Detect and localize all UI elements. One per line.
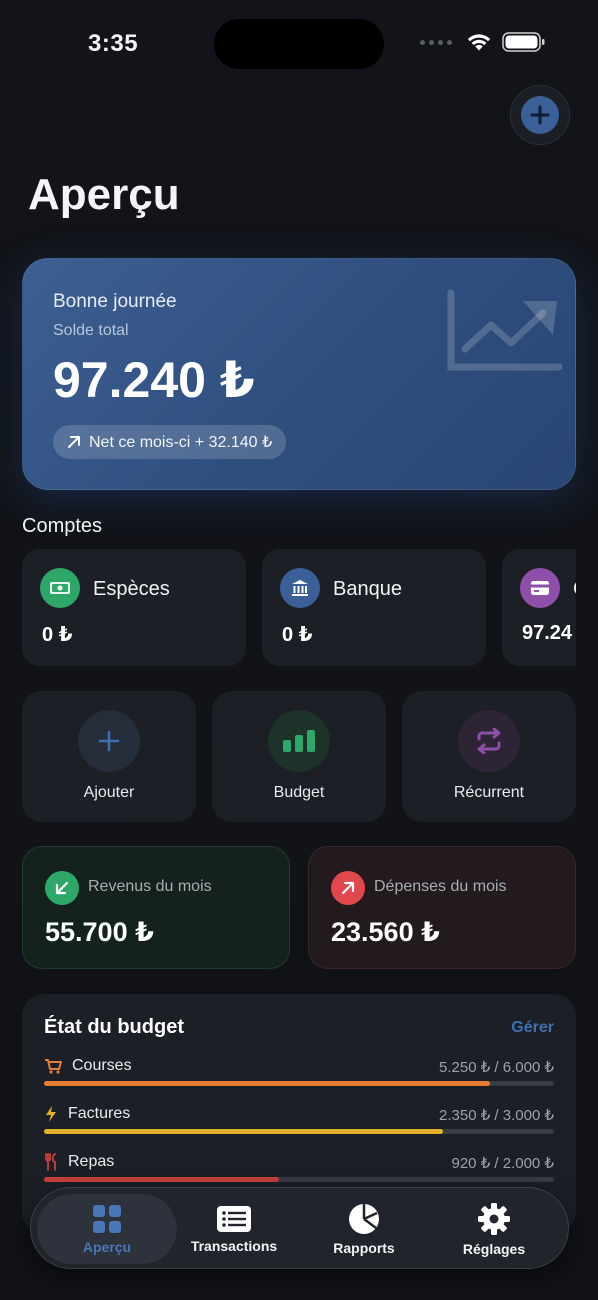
status-time: 3:35 <box>88 30 139 57</box>
expense-label: Dépenses du mois <box>374 878 507 895</box>
budget-title: État du budget <box>44 1016 184 1038</box>
budget-progress-fill <box>44 1129 444 1134</box>
tab-label: Rapports <box>333 1239 395 1256</box>
income-label: Revenus du mois <box>88 878 212 895</box>
budget-category-name: Factures <box>68 1105 131 1122</box>
greeting: Bonne journée <box>53 291 177 312</box>
fork-knife-icon <box>45 1153 56 1171</box>
budget-category-name: Courses <box>72 1057 132 1074</box>
account-balance: 97.24 <box>522 622 573 644</box>
income-value: 55.700 ₺ <box>45 917 154 947</box>
account-name: C <box>573 578 576 601</box>
tab-rapports[interactable]: Rapports <box>309 1194 419 1264</box>
balance-value: 97.240 ₺ <box>53 352 255 408</box>
tab-label: Aperçu <box>82 1238 132 1255</box>
tab-transactions[interactable]: Transactions <box>179 1194 289 1264</box>
net-month-text: Net ce mois-ci + 32.140 ₺ <box>89 434 273 451</box>
repeat-icon <box>458 710 520 772</box>
account-balance: 0 ₺ <box>282 624 313 646</box>
dynamic-island <box>214 19 384 69</box>
arrow-down-left-icon <box>45 871 79 905</box>
net-month-pill: Net ce mois-ci + 32.140 ₺ <box>53 425 287 459</box>
tab-bar: Aperçu Transactions Rapports Réglages <box>30 1187 569 1269</box>
balance-label: Solde total <box>53 322 129 339</box>
budget-progress-track <box>44 1129 554 1134</box>
budget-amount: 920 ₺ / 2.000 ₺ <box>451 1155 555 1172</box>
tab-reglages[interactable]: Réglages <box>439 1194 549 1264</box>
arrow-up-right-icon <box>331 871 365 905</box>
budget-category-name: Repas <box>68 1153 115 1170</box>
account-balance: 0 ₺ <box>42 624 73 646</box>
grid-icon <box>93 1204 121 1233</box>
cart-icon <box>45 1059 62 1074</box>
account-name: Espèces <box>93 578 170 600</box>
accounts-title: Comptes <box>22 515 103 537</box>
budget-progress-fill <box>44 1081 491 1086</box>
account-card-cash[interactable]: Espèces 0 ₺ <box>22 549 246 666</box>
recurring-action-button[interactable]: Récurrent <box>402 691 576 822</box>
accounts-scroller[interactable]: Espèces 0 ₺ Banque 0 ₺ C 97.24 <box>22 549 576 667</box>
battery-icon <box>502 32 545 52</box>
status-icons <box>420 32 546 52</box>
budget-progress-fill <box>44 1177 279 1182</box>
arrow-up-right-icon <box>68 436 80 448</box>
list-icon <box>217 1205 251 1232</box>
balance-card: Bonne journée Solde total 97.240 ₺ Net c… <box>22 258 576 490</box>
app-screen: 3:35 Aperçu Bonne journée Solde total 97… <box>0 0 598 1300</box>
bank-icon <box>280 568 320 608</box>
tab-label: Réglages <box>462 1240 526 1257</box>
account-name: Banque <box>333 578 402 600</box>
budget-amount: 5.250 ₺ / 6.000 ₺ <box>439 1059 554 1076</box>
account-card-bank[interactable]: Banque 0 ₺ <box>262 549 486 666</box>
budget-progress-track <box>44 1081 554 1086</box>
pie-chart-icon <box>349 1203 379 1234</box>
budget-amount: 2.350 ₺ / 3.000 ₺ <box>439 1107 554 1124</box>
wifi-icon <box>467 34 491 51</box>
bar-chart-icon <box>268 710 330 772</box>
plus-icon <box>521 96 559 134</box>
expense-value: 23.560 ₺ <box>331 917 440 947</box>
account-card-card[interactable]: C 97.24 <box>502 549 576 666</box>
income-card[interactable]: Revenus du mois 55.700 ₺ <box>22 846 290 969</box>
gear-icon <box>478 1202 510 1235</box>
add-action-label: Ajouter <box>83 784 135 801</box>
tab-apercu[interactable]: Aperçu <box>37 1194 177 1264</box>
bolt-icon <box>46 1106 56 1122</box>
budget-action-button[interactable]: Budget <box>212 691 386 822</box>
budget-action-label: Budget <box>273 784 325 801</box>
credit-card-icon <box>520 568 560 608</box>
recurring-action-label: Récurrent <box>453 784 525 801</box>
cellular-icon <box>420 39 452 45</box>
banknote-icon <box>40 568 80 608</box>
plus-icon <box>78 710 140 772</box>
budget-progress-track <box>44 1177 554 1182</box>
add-transaction-button[interactable] <box>510 85 570 145</box>
manage-budget-button[interactable]: Gérer <box>511 1019 554 1037</box>
page-title: Aperçu <box>28 170 180 219</box>
tab-label: Transactions <box>190 1237 278 1254</box>
trending-chart-icon <box>447 289 563 371</box>
add-action-button[interactable]: Ajouter <box>22 691 196 822</box>
expense-card[interactable]: Dépenses du mois 23.560 ₺ <box>308 846 576 969</box>
